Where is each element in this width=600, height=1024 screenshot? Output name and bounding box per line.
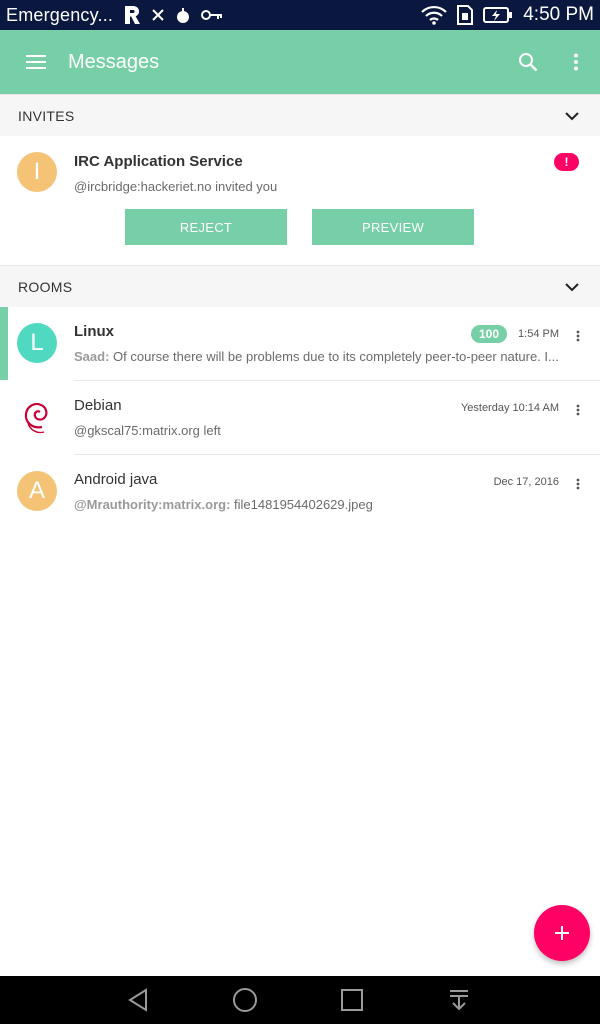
- room-last-message: Saad: Of course there will be problems d…: [74, 349, 580, 364]
- room-last-message: @Mrauthority:matrix.org: file14819544026…: [74, 497, 580, 512]
- selected-indicator: [0, 307, 8, 380]
- menu-button[interactable]: [0, 30, 72, 94]
- home-icon: [233, 988, 257, 1012]
- bomb-icon: [177, 8, 190, 23]
- invites-header-label: INVITES: [18, 107, 75, 124]
- status-bar: Emergency... 4:50 PM: [0, 0, 600, 30]
- invite-item[interactable]: I IRC Application Service @ircbridge:hac…: [0, 136, 600, 266]
- carrier-label: Emergency...: [6, 4, 114, 25]
- preview-button[interactable]: PREVIEW: [312, 209, 474, 245]
- alert-badge: !: [554, 153, 579, 171]
- more-vert-icon: [576, 404, 580, 416]
- x-icon: [152, 9, 164, 21]
- message-sender: @Mrauthority:matrix.org:: [74, 497, 231, 512]
- battery-charging-icon: [483, 7, 513, 23]
- more-vert-icon: [574, 53, 578, 71]
- invite-subtitle: @ircbridge:hackeriet.no invited you: [74, 179, 278, 194]
- back-button[interactable]: [108, 976, 168, 1024]
- reject-button[interactable]: REJECT: [125, 209, 287, 245]
- more-vert-icon: [576, 330, 580, 342]
- invite-title: IRC Application Service: [74, 153, 243, 170]
- recents-button[interactable]: [322, 976, 382, 1024]
- avatar: I: [17, 152, 57, 192]
- home-button[interactable]: [215, 976, 275, 1024]
- unread-count-badge: 100: [471, 325, 508, 343]
- room-name: Android java: [74, 471, 158, 488]
- riot-icon: [125, 6, 141, 24]
- avatar: L: [17, 323, 57, 363]
- chevron-down-icon[interactable]: [562, 277, 582, 297]
- message-text: file1481954402629.jpeg: [234, 497, 373, 512]
- rooms-header-label: ROOMS: [18, 278, 73, 295]
- notification-pull-icon: [450, 990, 468, 1011]
- room-more-button[interactable]: [570, 475, 586, 493]
- room-item-debian[interactable]: Debian Yesterday 10:14 AM @gkscal75:matr…: [0, 381, 600, 455]
- hamburger-menu-icon: [26, 55, 46, 69]
- message-sender: Saad:: [74, 349, 110, 364]
- debian-swirl-icon: [24, 402, 48, 434]
- key-icon: [201, 10, 223, 20]
- avatar: A: [17, 471, 57, 511]
- status-time: 4:50 PM: [523, 4, 594, 25]
- chevron-down-icon[interactable]: [562, 106, 582, 126]
- room-more-button[interactable]: [570, 327, 586, 345]
- search-button[interactable]: [504, 30, 552, 94]
- room-timestamp: 1:54 PM: [518, 328, 559, 340]
- more-vert-icon: [576, 478, 580, 490]
- rooms-section-header[interactable]: ROOMS: [0, 265, 600, 307]
- back-icon: [128, 988, 147, 1012]
- app-bar: Messages: [0, 30, 600, 94]
- room-more-button[interactable]: [570, 401, 586, 419]
- create-room-fab[interactable]: [534, 905, 590, 961]
- recents-icon: [341, 989, 363, 1011]
- sim-icon: [457, 5, 474, 25]
- room-timestamp: Yesterday 10:14 AM: [460, 402, 559, 414]
- room-name: Debian: [74, 397, 122, 414]
- room-last-message: @gkscal75:matrix.org left: [74, 423, 221, 438]
- page-title: Messages: [68, 50, 160, 73]
- search-icon: [519, 53, 538, 72]
- room-timestamp: Dec 17, 2016: [493, 476, 559, 488]
- room-item-android-java[interactable]: A Android java Dec 17, 2016 @Mrauthority…: [0, 455, 600, 529]
- wifi-icon: [421, 5, 448, 25]
- invites-section-header[interactable]: INVITES: [0, 94, 600, 136]
- overflow-menu-button[interactable]: [552, 30, 600, 94]
- navigation-bar: [0, 976, 600, 1024]
- plus-icon: [555, 926, 569, 940]
- room-item-linux[interactable]: L Linux 100 1:54 PM Saad: Of course ther…: [0, 307, 600, 381]
- notification-pull-button[interactable]: [429, 976, 489, 1024]
- message-text: Of course there will be problems due to …: [113, 349, 559, 364]
- room-name: Linux: [74, 323, 114, 340]
